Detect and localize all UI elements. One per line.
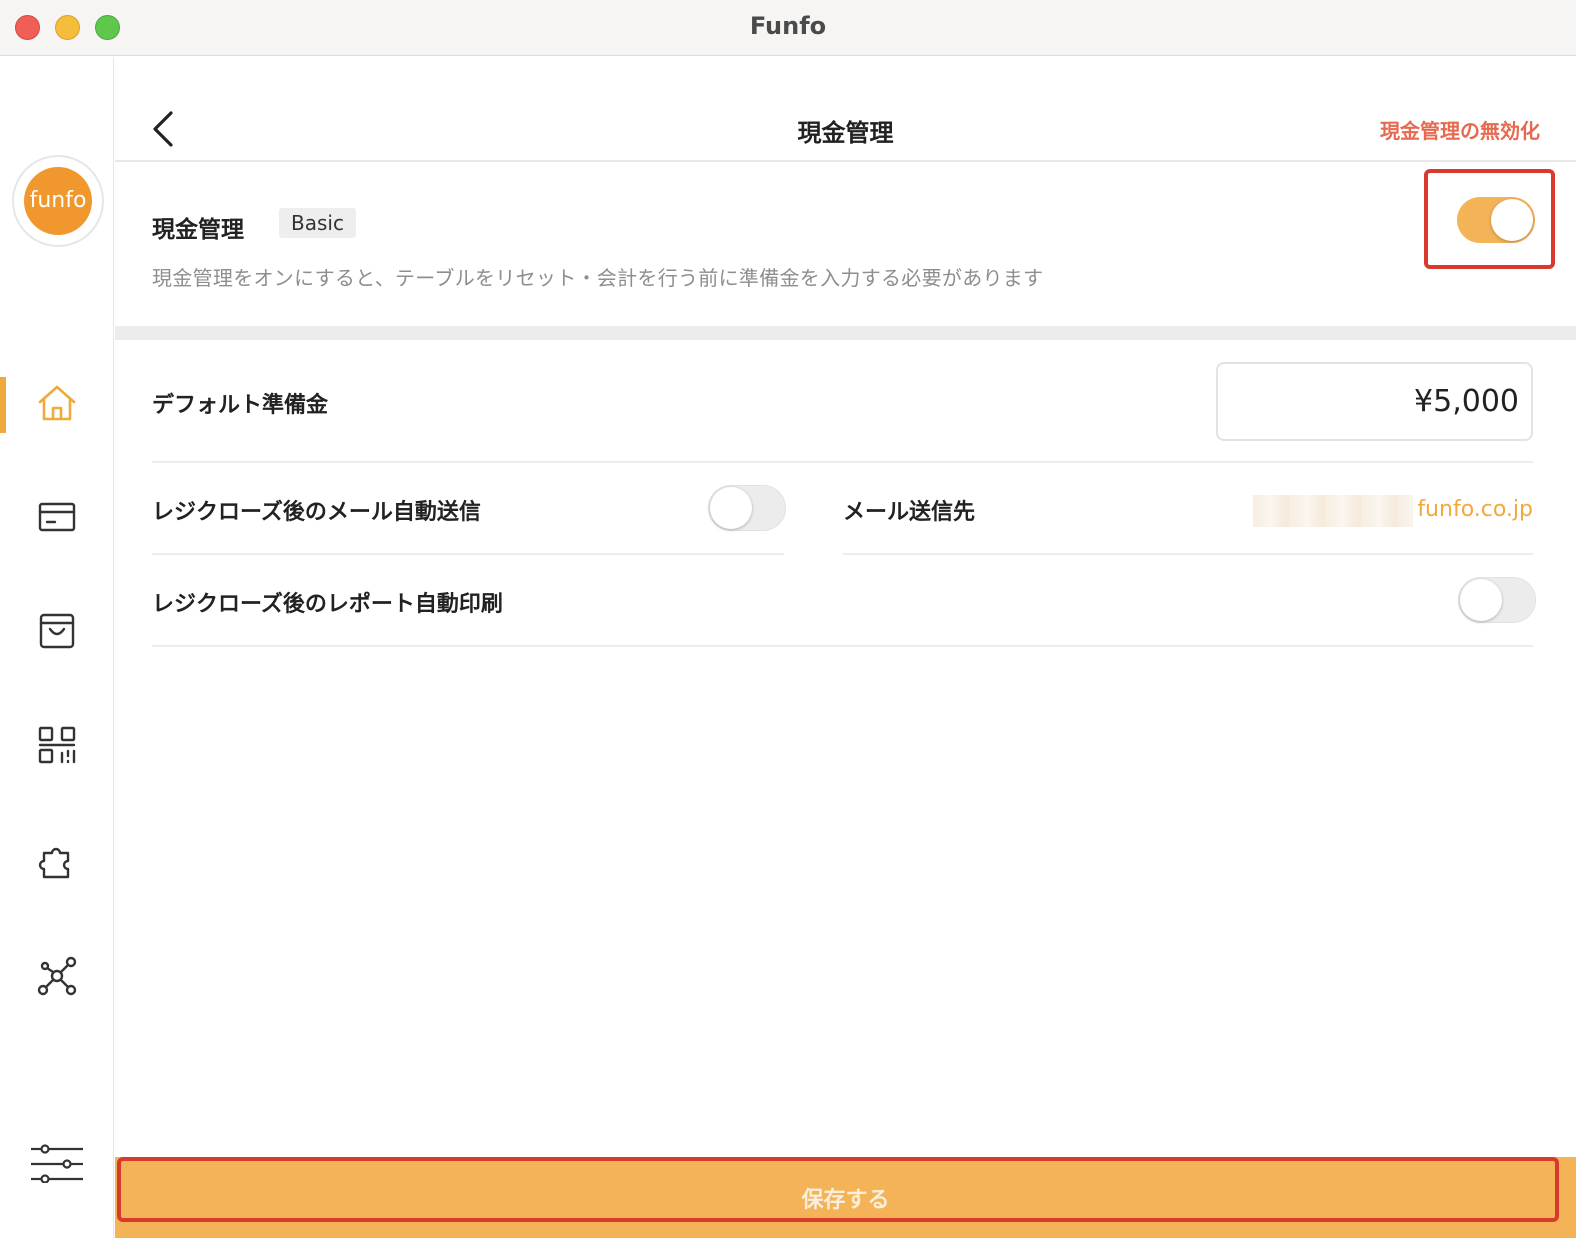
network-icon — [35, 954, 79, 1002]
section-description: 現金管理をオンにすると、テーブルをリセット・会計を行う前に準備金を入力する必要が… — [152, 266, 1044, 290]
auto-email-toggle[interactable] — [708, 485, 786, 531]
email-destination-label: メール送信先 — [843, 500, 976, 525]
toggle-knob — [1460, 579, 1502, 621]
email-redaction — [1253, 495, 1413, 527]
sidebar-item-home[interactable] — [0, 377, 114, 433]
row-divider — [843, 553, 1533, 555]
app-logo[interactable]: funfo — [12, 155, 104, 247]
logo-text: funfo — [24, 167, 92, 235]
window-title: Funfo — [749, 12, 827, 40]
row-divider — [152, 553, 784, 555]
disable-cash-management-link[interactable]: 現金管理の無効化 — [1380, 115, 1540, 144]
auto-print-label: レジクローズ後のレポート自動印刷 — [152, 592, 503, 617]
page-title: 現金管理 — [797, 119, 894, 147]
sliders-icon — [29, 1139, 85, 1187]
plan-badge: Basic — [279, 208, 356, 238]
email-destination-value[interactable]: funfo.co.jp — [1417, 497, 1533, 522]
window-titlebar: Funfo — [0, 0, 1576, 56]
sidebar-item-plugins[interactable] — [0, 835, 114, 891]
page-header: 現金管理 現金管理の無効化 — [115, 57, 1576, 162]
sidebar-item-card[interactable] — [0, 491, 114, 547]
sidebar-item-settings[interactable] — [0, 1135, 114, 1191]
toggle-knob — [710, 487, 752, 529]
sidebar-item-shop[interactable] — [0, 605, 114, 661]
active-indicator — [0, 377, 6, 433]
row-divider — [152, 461, 1533, 463]
card-icon — [35, 495, 79, 543]
home-icon — [35, 381, 79, 429]
default-reserve-input[interactable]: ¥5,000 — [1216, 362, 1533, 441]
shopping-bag-icon — [35, 609, 79, 657]
auto-print-toggle[interactable] — [1458, 577, 1536, 623]
toggle-highlight-box — [1424, 169, 1555, 269]
save-highlight-box — [117, 1157, 1559, 1222]
default-reserve-label: デフォルト準備金 — [152, 393, 329, 418]
row-divider — [152, 645, 1533, 647]
auto-email-label: レジクローズ後のメール自動送信 — [152, 500, 481, 525]
section-divider — [115, 326, 1576, 340]
sidebar-item-network[interactable] — [0, 950, 114, 1006]
qr-code-icon — [35, 723, 79, 771]
sidebar-item-qr[interactable] — [0, 719, 114, 775]
section-title: 現金管理 — [152, 217, 244, 243]
puzzle-icon — [35, 839, 79, 887]
main-content: 現金管理 現金管理の無効化 現金管理 Basic 現金管理をオンにすると、テーブ… — [115, 57, 1576, 1238]
sidebar: funfo — [0, 57, 114, 1238]
cash-management-section: 現金管理 Basic 現金管理をオンにすると、テーブルをリセット・会計を行う前に… — [115, 162, 1576, 326]
